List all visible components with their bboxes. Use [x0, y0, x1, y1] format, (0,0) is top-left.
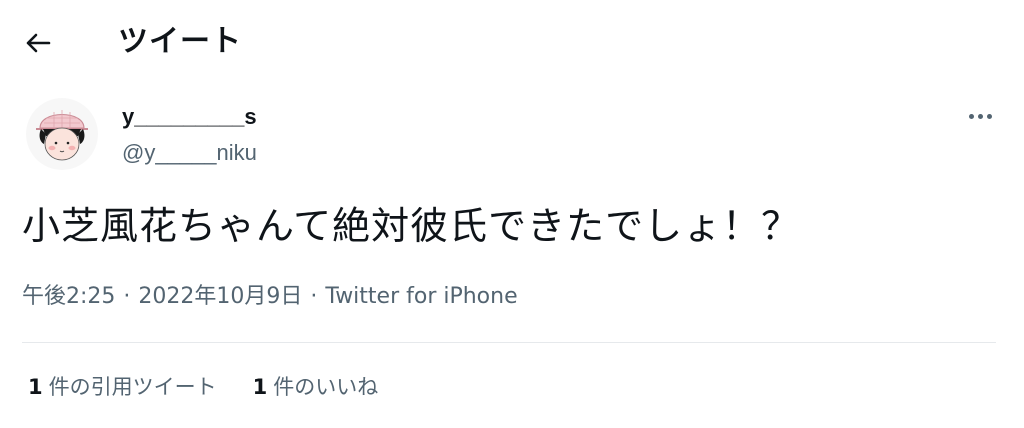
quote-tweets-stat[interactable]: 1 件の引用ツイート — [28, 372, 217, 402]
divider — [22, 342, 996, 343]
quote-tweets-count: 1 — [28, 375, 43, 399]
tweet-detail-page: ツイート y_________s @y_____niku 小芝風花ちゃんて絶対彼… — [0, 0, 1024, 428]
tweet-meta: 午後2:25 · 2022年10月9日 · Twitter for iPhone — [22, 282, 518, 312]
author-display-name[interactable]: y_________s — [122, 103, 257, 131]
cartoon-avatar-icon — [26, 98, 98, 170]
meta-separator: · — [310, 284, 318, 309]
tweet-time[interactable]: 午後2:25 — [22, 282, 115, 312]
likes-stat[interactable]: 1 件のいいね — [253, 372, 379, 402]
more-horizontal-icon-dot — [986, 113, 992, 119]
author-handle[interactable]: @y_____niku — [122, 139, 257, 167]
likes-count: 1 — [252, 375, 268, 399]
more-horizontal-icon — [968, 113, 974, 119]
meta-separator: · — [123, 284, 131, 309]
avatar[interactable] — [26, 98, 98, 170]
likes-label: 件のいいね — [273, 375, 379, 399]
more-horizontal-icon-dot — [977, 113, 983, 119]
tweet-date[interactable]: 2022年10月9日 — [138, 282, 302, 312]
quote-tweets-label: 件の引用ツイート — [48, 375, 217, 399]
arrow-left-icon — [26, 33, 51, 53]
page-title: ツイート — [118, 24, 242, 59]
header: ツイート — [0, 0, 1024, 86]
tweet-stats: 1 件の引用ツイート 1 件のいいね — [28, 372, 378, 402]
more-button[interactable] — [962, 106, 998, 126]
tweet-text: 小芝風花ちゃんて絶対彼氏できたでしょ！？ — [22, 204, 801, 248]
back-button[interactable] — [20, 27, 56, 59]
tweet-source[interactable]: Twitter for iPhone — [325, 282, 517, 312]
